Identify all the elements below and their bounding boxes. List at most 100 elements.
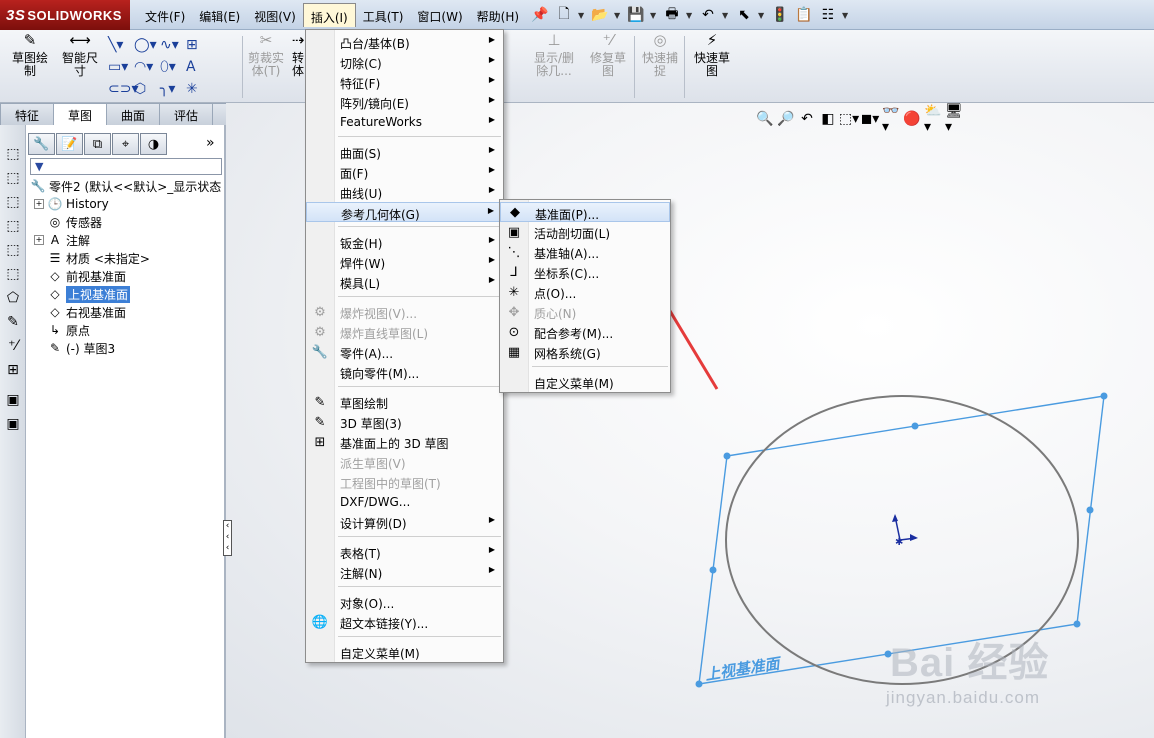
slot-icon[interactable]: ⊂⊃▾ bbox=[108, 78, 139, 100]
menu-item[interactable]: 工程图中的草图(T) bbox=[306, 472, 503, 492]
rectangle-icon[interactable]: ▭▾ bbox=[108, 56, 132, 78]
menu-item[interactable]: 凸台/基体(B) ▶ bbox=[306, 32, 503, 52]
menu-item[interactable]: ⚙ 爆炸视图(V)... bbox=[306, 302, 503, 322]
feature-filter-input[interactable]: ▼ bbox=[30, 158, 222, 175]
feature-tree-icon[interactable]: 🔧 bbox=[28, 133, 55, 155]
tree-item[interactable]: ◎ 传感器 bbox=[34, 213, 102, 231]
menu-item[interactable]: ▦ 网格系统(G) bbox=[500, 342, 670, 362]
rebuild-icon[interactable]: 🚦 bbox=[770, 4, 790, 26]
expand-icon[interactable]: + bbox=[34, 235, 44, 245]
menu-item[interactable]: 曲面(S) ▶ bbox=[306, 142, 503, 162]
cube-view-icon[interactable]: ⬠ bbox=[4, 289, 22, 307]
menu-item-0[interactable]: 文件(F) bbox=[138, 3, 192, 27]
point-icon[interactable]: ✳ bbox=[186, 78, 210, 100]
menu-item[interactable]: ⋱ 基准轴(A)... bbox=[500, 242, 670, 262]
tree-item[interactable]: ✎ (-) 草图3 bbox=[34, 339, 115, 357]
previous-view-icon[interactable]: ↶ bbox=[798, 110, 816, 128]
display-manager-icon[interactable]: ◑ bbox=[140, 133, 167, 155]
options-icon[interactable]: ☷ bbox=[818, 4, 838, 26]
spline-icon[interactable]: ∿▾ bbox=[160, 34, 184, 56]
save-icon[interactable]: 💾 bbox=[626, 4, 646, 26]
menu-item[interactable]: 设计算例(D) ▶ bbox=[306, 512, 503, 532]
tree-item[interactable]: ◇ 前视基准面 bbox=[34, 267, 126, 285]
menu-item[interactable]: 派生草图(V) bbox=[306, 452, 503, 472]
appearance-icon[interactable]: 🔴 bbox=[903, 110, 921, 128]
chevron-down-icon[interactable]: ▼ bbox=[614, 4, 622, 26]
tab-3[interactable]: 评估 bbox=[159, 103, 214, 125]
cube-view-icon[interactable]: ⬚ bbox=[4, 169, 22, 187]
file-properties-icon[interactable]: 📋 bbox=[794, 4, 814, 26]
menu-item[interactable]: 特征(F) ▶ bbox=[306, 72, 503, 92]
trim-button[interactable]: ✂ 剪裁实 体(T) bbox=[242, 33, 290, 78]
solidworks-logo[interactable]: 3S SOLIDWORKS bbox=[0, 0, 130, 30]
menu-item[interactable]: 参考几何体(G) ▶ bbox=[306, 202, 503, 222]
fillet-icon[interactable]: ╮▾ bbox=[160, 78, 184, 100]
line-icon[interactable]: ╲▾ bbox=[108, 34, 132, 56]
chevron-down-icon[interactable]: ▼ bbox=[842, 4, 850, 26]
repair-icon[interactable]: ⁺⁄ bbox=[4, 337, 22, 355]
property-manager-icon[interactable]: 📝 bbox=[56, 133, 83, 155]
relations-icon[interactable]: ⊞ bbox=[4, 361, 22, 379]
scene-icon[interactable]: ⛅▾ bbox=[924, 103, 942, 135]
menu-item[interactable]: ✎ 草图绘制 bbox=[306, 392, 503, 412]
chevron-down-icon[interactable]: ▼ bbox=[758, 4, 766, 26]
tree-item[interactable]: ◇ 上视基准面 bbox=[34, 285, 131, 303]
cube-view-icon[interactable]: ⬚ bbox=[4, 241, 22, 259]
dimxpert-icon[interactable]: ⌖ bbox=[112, 133, 139, 155]
chevron-down-icon[interactable]: ▼ bbox=[722, 4, 730, 26]
menu-item[interactable]: ⊙ 配合参考(M)... bbox=[500, 322, 670, 342]
circle-icon[interactable]: ◯▾ bbox=[134, 34, 158, 56]
menu-item[interactable]: 面(F) ▶ bbox=[306, 162, 503, 182]
sketch-button[interactable]: ✎ 草图绘 制 bbox=[6, 33, 54, 78]
sketch-grid-icon[interactable]: ⊞ bbox=[186, 34, 210, 56]
tab-2[interactable]: 曲面 bbox=[106, 103, 161, 125]
menu-item[interactable]: 对象(O)... bbox=[306, 592, 503, 612]
menu-item[interactable]: ✎ 3D 草图(3) bbox=[306, 412, 503, 432]
menu-item[interactable]: 阵列/镜向(E) ▶ bbox=[306, 92, 503, 112]
chevron-down-icon[interactable]: ▼ bbox=[650, 4, 658, 26]
menu-item[interactable]: 模具(L) ▶ bbox=[306, 272, 503, 292]
menu-item[interactable]: 自定义菜单(M) bbox=[306, 642, 503, 662]
chevron-down-icon[interactable]: ▼ bbox=[578, 4, 586, 26]
tree-root-part[interactable]: 🔧 零件2 (默认<<默认>_显示状态 bbox=[30, 177, 222, 195]
menu-item[interactable]: ▣ 活动剖切面(L) bbox=[500, 222, 670, 242]
menu-item[interactable]: FeatureWorks ▶ bbox=[306, 112, 503, 132]
cube-view-icon[interactable]: ⬚ bbox=[4, 217, 22, 235]
view-settings-icon[interactable]: 🖥▾ bbox=[945, 103, 963, 135]
menu-item[interactable]: 曲线(U) ▶ bbox=[306, 182, 503, 202]
menu-item-4[interactable]: 工具(T) bbox=[356, 3, 411, 27]
view-orientation-icon[interactable]: ⬚▾ bbox=[839, 110, 859, 128]
menu-item[interactable]: 自定义菜单(M) bbox=[500, 372, 670, 392]
undo-icon[interactable]: ↶ bbox=[698, 4, 718, 26]
display-delete-relations-button[interactable]: ⊥ 显示/删 除几... bbox=[530, 33, 578, 78]
menu-item[interactable]: 表格(T) ▶ bbox=[306, 542, 503, 562]
menu-item-5[interactable]: 窗口(W) bbox=[410, 3, 469, 27]
menu-item[interactable]: 切除(C) ▶ bbox=[306, 52, 503, 72]
menu-item-1[interactable]: 编辑(E) bbox=[192, 3, 247, 27]
quick-snaps-button[interactable]: ◎ 快速捕 捉 bbox=[636, 33, 684, 78]
menu-item[interactable]: 焊件(W) ▶ bbox=[306, 252, 503, 272]
tree-item[interactable]: ↳ 原点 bbox=[34, 321, 90, 339]
tree-item[interactable]: + A 注解 bbox=[34, 231, 90, 249]
menu-item[interactable]: ✥ 质心(N) bbox=[500, 302, 670, 322]
sketch-icon[interactable]: ✎ bbox=[4, 313, 22, 331]
tab-0[interactable]: 特征 bbox=[0, 103, 55, 125]
arc-icon[interactable]: ◠▾ bbox=[134, 56, 158, 78]
open-icon[interactable]: 📂 bbox=[590, 4, 610, 26]
new-document-icon[interactable]: 🗋 bbox=[554, 4, 574, 26]
menu-item[interactable]: ⅃ 坐标系(C)... bbox=[500, 262, 670, 282]
tab-1[interactable]: 草图 bbox=[53, 103, 108, 125]
menu-item[interactable]: 钣金(H) ▶ bbox=[306, 232, 503, 252]
polygon-icon[interactable]: ⬡ bbox=[134, 78, 158, 100]
cube-view-icon[interactable]: ⬚ bbox=[4, 145, 22, 163]
menu-item[interactable]: ✳ 点(O)... bbox=[500, 282, 670, 302]
menu-item[interactable]: ⚙ 爆炸直线草图(L) bbox=[306, 322, 503, 342]
pin-icon[interactable]: 📌 bbox=[530, 4, 550, 26]
smart-dimension-button[interactable]: ⟷ 智能尺 寸 bbox=[56, 33, 104, 78]
menu-item[interactable]: DXF/DWG... bbox=[306, 492, 503, 512]
menu-item[interactable]: ◆ 基准面(P)... bbox=[500, 202, 670, 222]
menu-item[interactable]: 🌐 超文本链接(Y)... bbox=[306, 612, 503, 632]
hide-show-icon[interactable]: 👓▾ bbox=[882, 103, 900, 135]
menu-item-6[interactable]: 帮助(H) bbox=[470, 3, 526, 27]
tree-item[interactable]: + 🕒 History bbox=[34, 195, 109, 213]
